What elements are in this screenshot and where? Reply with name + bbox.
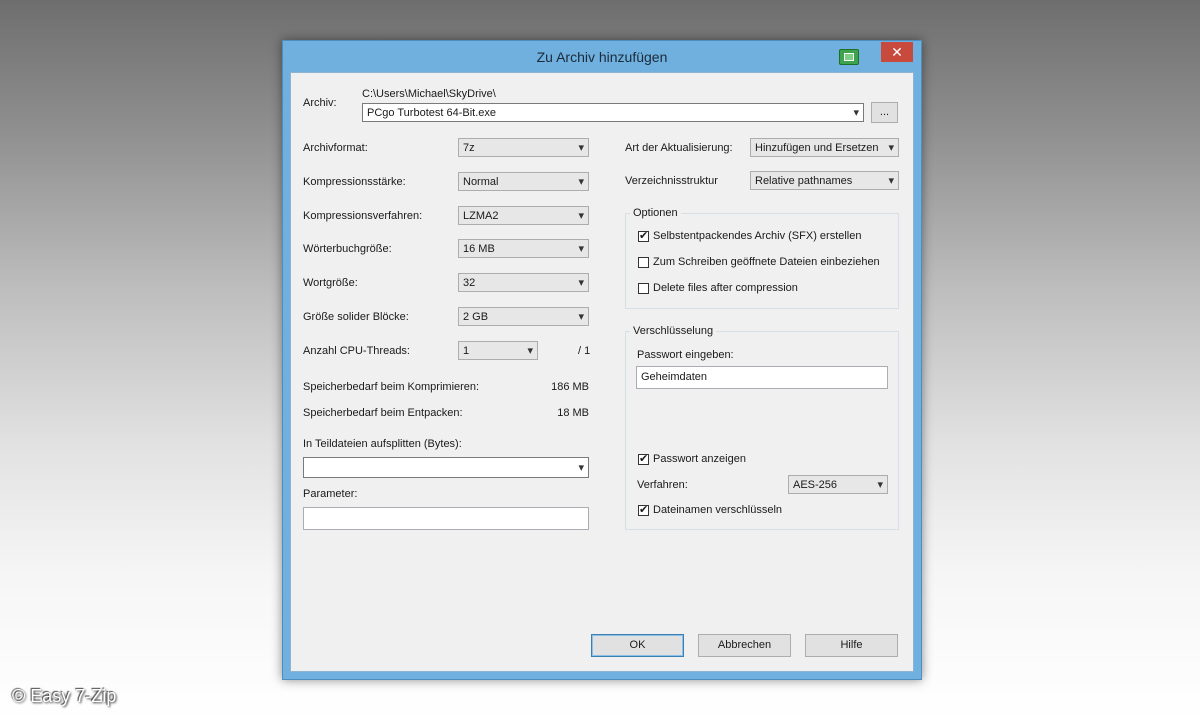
archive-name-combo[interactable]: PCgo Turbotest 64-Bit.exe ▾ — [362, 103, 864, 122]
window-app-icon[interactable] — [839, 49, 859, 65]
level-combo[interactable]: Normal ▾ — [458, 172, 589, 191]
password-value: Geheimdaten — [641, 371, 708, 383]
mem-compress-value: 186 MB — [551, 381, 589, 393]
path-mode-value: Relative pathnames — [755, 175, 853, 187]
format-combo[interactable]: 7z ▾ — [458, 138, 589, 157]
chevron-down-icon: ▾ — [578, 210, 584, 222]
encryption-method-value: AES-256 — [793, 479, 838, 491]
check-icon: ✔ — [639, 453, 649, 465]
archive-label: Archiv: — [303, 97, 337, 109]
format-label: Archivformat: — [303, 142, 368, 154]
sfx-checkbox[interactable]: ✔ — [638, 231, 649, 242]
chevron-down-icon: ▾ — [578, 243, 584, 255]
method-value: LZMA2 — [463, 210, 499, 222]
archive-path: C:\Users\Michael\SkyDrive\ — [362, 88, 496, 100]
level-value: Normal — [463, 176, 499, 188]
browse-button[interactable]: ... — [871, 102, 898, 123]
encryption-title: Verschlüsselung — [630, 325, 717, 337]
chevron-down-icon: ▾ — [888, 175, 894, 187]
add-to-archive-dialog: Zu Archiv hinzufügen ✕ Archiv: C:\Users\… — [282, 40, 922, 680]
ok-button[interactable]: OK — [591, 634, 684, 657]
show-password-label[interactable]: Passwort anzeigen — [653, 453, 746, 465]
threads-label: Anzahl CPU-Threads: — [303, 345, 410, 357]
password-input[interactable]: Geheimdaten — [636, 366, 888, 389]
path-mode-label: Verzeichnisstruktur — [625, 175, 718, 187]
help-button[interactable]: Hilfe — [805, 634, 898, 657]
shared-checkbox[interactable] — [638, 257, 649, 268]
params-input[interactable] — [303, 507, 589, 530]
params-label: Parameter: — [303, 488, 358, 500]
chevron-down-icon: ▾ — [888, 142, 894, 154]
update-mode-value: Hinzufügen und Ersetzen — [755, 142, 879, 154]
solid-value: 2 GB — [463, 311, 489, 323]
word-value: 32 — [463, 277, 476, 289]
chevron-down-icon: ▾ — [578, 142, 584, 154]
show-password-checkbox[interactable]: ✔ — [638, 454, 649, 465]
chevron-down-icon: ▾ — [578, 176, 584, 188]
method-label: Kompressionsverfahren: — [303, 210, 423, 222]
encrypt-names-checkbox[interactable]: ✔ — [638, 505, 649, 516]
mem-decompress-value: 18 MB — [557, 407, 589, 419]
chevron-down-icon: ▾ — [527, 345, 533, 357]
encryption-method-label: Verfahren: — [637, 479, 688, 491]
delete-checkbox[interactable] — [638, 283, 649, 294]
dict-label: Wörterbuchgröße: — [303, 243, 392, 255]
close-button[interactable]: ✕ — [881, 42, 913, 62]
dict-combo[interactable]: 16 MB ▾ — [458, 239, 589, 258]
threads-combo[interactable]: 1 ▾ — [458, 341, 538, 360]
solid-label: Größe solider Blöcke: — [303, 311, 409, 323]
chevron-down-icon: ▾ — [853, 107, 859, 119]
chevron-down-icon: ▾ — [578, 462, 584, 474]
mem-decompress-label: Speicherbedarf beim Entpacken: — [303, 407, 463, 419]
format-value: 7z — [463, 142, 475, 154]
check-icon: ✔ — [639, 230, 649, 242]
chevron-down-icon: ▾ — [578, 277, 584, 289]
split-combo[interactable]: ▾ — [303, 457, 589, 478]
options-title: Optionen — [630, 207, 681, 219]
archive-name-value: PCgo Turbotest 64-Bit.exe — [367, 107, 497, 119]
threads-value: 1 — [463, 345, 470, 357]
chevron-down-icon: ▾ — [877, 479, 883, 491]
threads-max: / 1 — [578, 345, 591, 357]
options-group: Optionen ✔ Selbstentpackendes Archiv (SF… — [625, 207, 899, 309]
encryption-group: Verschlüsselung Passwort eingeben: Gehei… — [625, 325, 899, 530]
solid-combo[interactable]: 2 GB ▾ — [458, 307, 589, 326]
shared-label[interactable]: Zum Schreiben geöffnete Dateien einbezie… — [653, 256, 880, 268]
copyright-watermark: © Easy 7-Zip — [12, 686, 117, 706]
method-combo[interactable]: LZMA2 ▾ — [458, 206, 589, 225]
title-bar[interactable]: Zu Archiv hinzufügen ✕ — [283, 41, 921, 72]
window-title: Zu Archiv hinzufügen — [536, 49, 668, 65]
dict-value: 16 MB — [463, 243, 495, 255]
check-icon: ✔ — [639, 504, 649, 516]
sfx-label[interactable]: Selbstentpackendes Archiv (SFX) erstelle… — [653, 230, 862, 242]
path-mode-combo[interactable]: Relative pathnames ▾ — [750, 171, 899, 190]
word-combo[interactable]: 32 ▾ — [458, 273, 589, 292]
update-mode-combo[interactable]: Hinzufügen und Ersetzen ▾ — [750, 138, 899, 157]
update-mode-label: Art der Aktualisierung: — [625, 142, 733, 154]
word-label: Wortgröße: — [303, 277, 358, 289]
level-label: Kompressionsstärke: — [303, 176, 406, 188]
encryption-method-combo[interactable]: AES-256 ▾ — [788, 475, 888, 494]
dialog-body: Archiv: C:\Users\Michael\SkyDrive\ PCgo … — [290, 72, 914, 672]
mem-compress-label: Speicherbedarf beim Komprimieren: — [303, 381, 480, 393]
delete-label[interactable]: Delete files after compression — [653, 282, 798, 294]
cancel-button[interactable]: Abbrechen — [698, 634, 791, 657]
password-label: Passwort eingeben: — [637, 349, 734, 361]
encrypt-names-label[interactable]: Dateinamen verschlüsseln — [653, 504, 782, 516]
chevron-down-icon: ▾ — [578, 311, 584, 323]
split-label: In Teildateien aufsplitten (Bytes): — [303, 438, 462, 450]
